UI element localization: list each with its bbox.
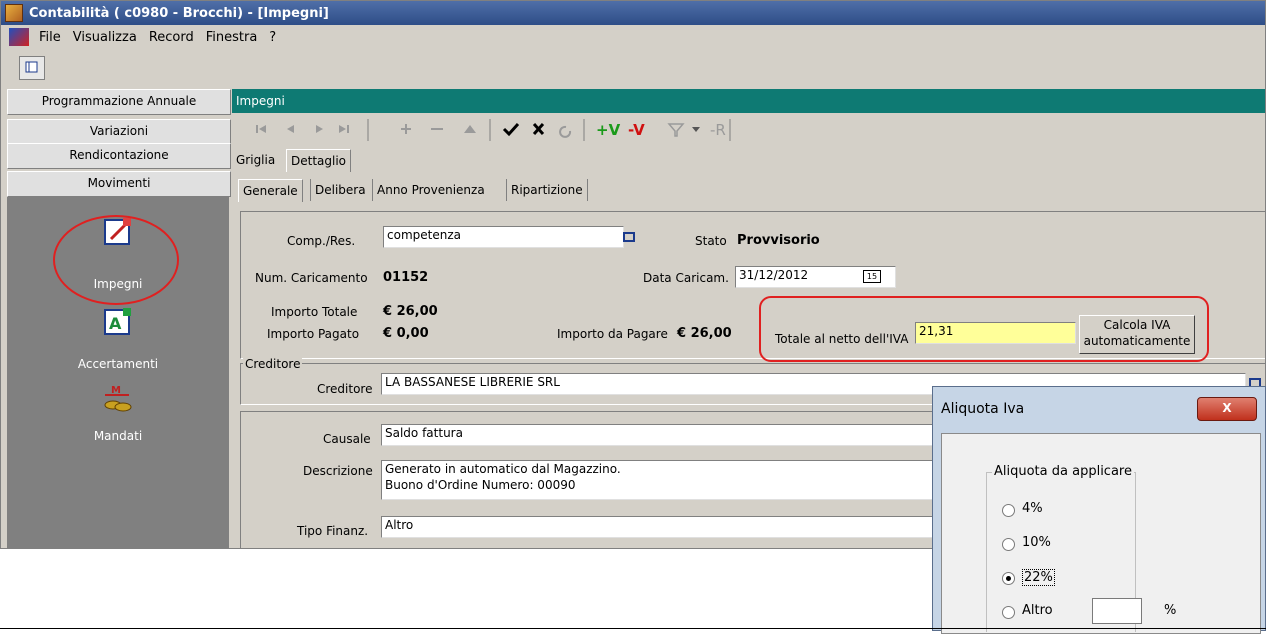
menu-help[interactable]: ? <box>263 30 282 45</box>
cancel-icon <box>532 122 545 136</box>
data-caricam-label: Data Caricam. <box>643 271 729 285</box>
toggle-panel-button[interactable] <box>19 56 45 80</box>
radio-altro[interactable] <box>1002 606 1015 619</box>
mandati-icon[interactable]: M <box>103 383 133 413</box>
nav-programmazione-annuale[interactable]: Programmazione Annuale <box>7 89 231 115</box>
menu-file[interactable]: File <box>33 30 67 45</box>
radio-4[interactable] <box>1002 504 1015 517</box>
radio-4-label[interactable]: 4% <box>1022 501 1043 516</box>
stato-value: Provvisorio <box>737 233 820 248</box>
menu-visualizza[interactable]: Visualizza <box>67 30 143 45</box>
confirm-icon <box>502 122 520 137</box>
sidebar-item-accertamenti[interactable]: Accertamenti <box>7 357 229 371</box>
bottom-border <box>0 628 1266 629</box>
radio-22[interactable] <box>1002 572 1015 585</box>
next-record-icon <box>316 125 323 133</box>
tipo-finanz-label: Tipo Finanz. <box>297 524 369 538</box>
panel-icon <box>25 61 38 73</box>
tab-dettaglio[interactable]: Dettaglio <box>286 149 352 172</box>
menu-record[interactable]: Record <box>143 30 200 45</box>
creditore-label: Creditore <box>317 382 373 396</box>
nav-variazioni[interactable]: Variazioni <box>7 119 231 145</box>
calcola-iva-button[interactable]: Calcola IVA automaticamente <box>1079 315 1195 354</box>
subtab-ripartizione[interactable]: Ripartizione <box>506 179 588 201</box>
general-panel: Comp./Res. competenza Stato Provvisorio … <box>240 211 1265 362</box>
num-caricamento-value: 01152 <box>383 270 429 285</box>
num-caricamento-label: Num. Caricamento <box>255 271 368 285</box>
dialog-title: Aliquota Iva <box>941 401 1025 417</box>
plus-v-icon: +V <box>596 121 621 139</box>
totale-netto-field[interactable]: 21,31 <box>915 322 1076 344</box>
subtab-generale[interactable]: Generale <box>238 179 303 202</box>
importo-pagato-value: € 0,00 <box>383 326 429 341</box>
record-toolbar: +V -V -R <box>232 115 1265 145</box>
nav-rendicontazione[interactable]: Rendicontazione <box>7 143 231 169</box>
title-bar: Contabilità ( c0980 - Brocchi) - [Impegn… <box>1 1 1265 25</box>
totale-netto-label: Totale al netto dell'IVA <box>775 332 909 346</box>
movimenti-panel: Impegni A Accertamenti M Mandati <box>7 197 229 548</box>
last-record-icon <box>339 125 349 133</box>
percent-sign: % <box>1164 603 1177 618</box>
comp-res-dropdown-icon[interactable] <box>623 232 635 242</box>
first-record-icon <box>256 125 266 133</box>
delete-record-icon <box>431 128 443 130</box>
highlight-ellipse <box>53 215 179 305</box>
close-button[interactable]: X <box>1197 397 1257 421</box>
importo-da-pagare-label: Importo da Pagare <box>557 327 668 341</box>
causale-label: Causale <box>323 432 371 446</box>
accertamenti-icon[interactable]: A <box>103 307 133 337</box>
descrizione-label: Descrizione <box>303 464 373 478</box>
nav-movimenti[interactable]: Movimenti <box>7 171 231 197</box>
prev-record-icon <box>287 125 294 133</box>
document-icon <box>9 28 29 46</box>
tab-griglia[interactable]: Griglia <box>232 149 279 171</box>
menu-bar: File Visualizza Record Finestra ? <box>1 25 1265 49</box>
minus-r-icon: -R <box>710 121 726 139</box>
svg-text:A: A <box>109 314 122 333</box>
aliquota-iva-dialog: Aliquota Iva X Aliquota da applicare 4% … <box>932 386 1266 634</box>
detail-subtabs: Generale Delibera Anno Provenienza Ripar… <box>238 179 638 203</box>
creditore-group-label: Creditore <box>243 357 303 371</box>
dialog-body: Aliquota da applicare 4% 10% 22% Altro % <box>941 433 1261 634</box>
subtab-delibera[interactable]: Delibera <box>310 179 370 201</box>
left-navigation: Programmazione Annuale Variazioni Rendic… <box>7 89 231 548</box>
minus-v-icon: -V <box>628 121 645 139</box>
subtab-anno-provenienza[interactable]: Anno Provenienza <box>372 179 489 201</box>
sidebar-item-mandati[interactable]: Mandati <box>7 429 229 443</box>
radio-10-label[interactable]: 10% <box>1022 535 1051 550</box>
menu-finestra[interactable]: Finestra <box>200 30 264 45</box>
window-title: Contabilità ( c0980 - Brocchi) - [Impegn… <box>29 5 329 21</box>
importo-pagato-label: Importo Pagato <box>267 327 360 341</box>
filter-icon <box>667 123 700 137</box>
radio-altro-label[interactable]: Altro <box>1022 603 1053 618</box>
refresh-icon <box>559 125 572 138</box>
altro-percent-input[interactable] <box>1092 598 1142 624</box>
content-header: Impegni <box>232 89 1265 113</box>
comp-res-label: Comp./Res. <box>287 234 356 248</box>
radio-10[interactable] <box>1002 538 1015 551</box>
radio-22-label[interactable]: 22% <box>1022 569 1055 586</box>
up-icon <box>464 125 476 133</box>
importo-totale-label: Importo Totale <box>271 305 358 319</box>
add-record-icon <box>401 124 411 134</box>
stato-label: Stato <box>695 234 727 248</box>
record-nav-icons: +V -V -R <box>256 119 731 141</box>
aliquota-group-label: Aliquota da applicare <box>992 464 1134 479</box>
main-toolbar <box>1 53 1265 83</box>
app-icon <box>5 4 23 22</box>
comp-res-field[interactable]: competenza <box>383 226 624 248</box>
importo-totale-value: € 26,00 <box>383 304 438 319</box>
importo-da-pagare-value: € 26,00 <box>677 326 732 341</box>
calendar-icon[interactable]: 15 <box>863 270 881 283</box>
